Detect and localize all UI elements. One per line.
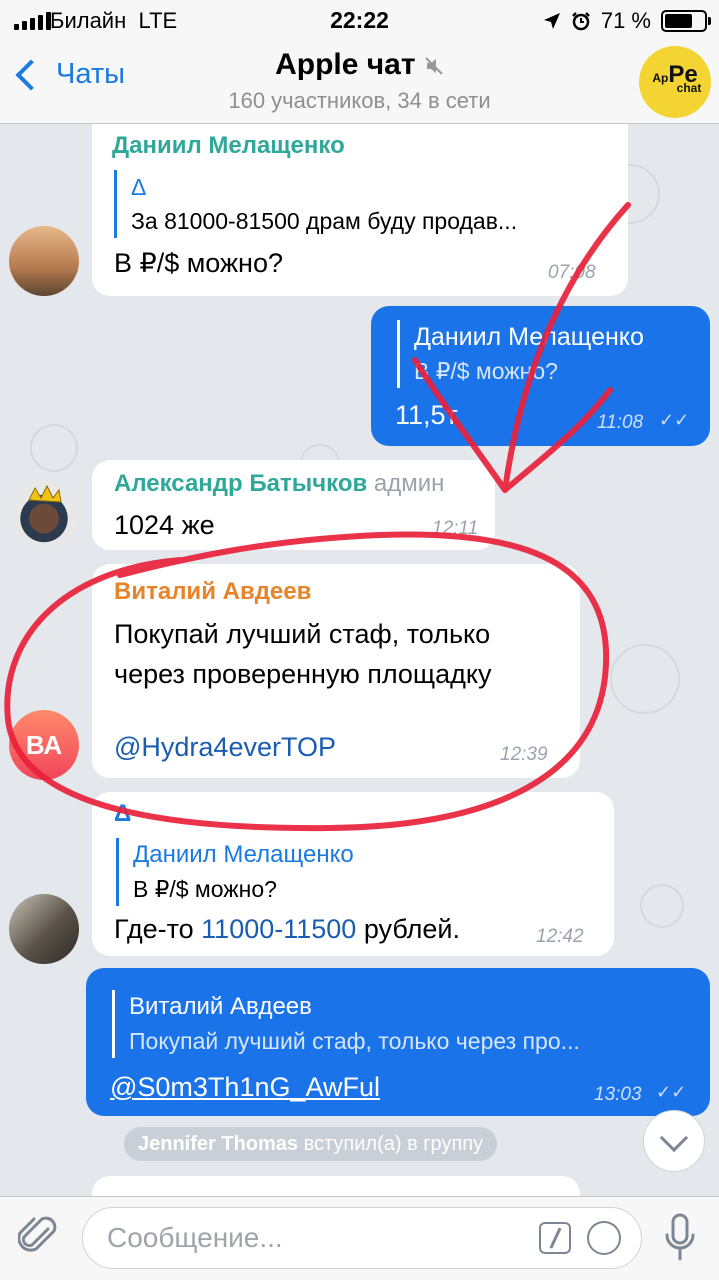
status-right: 71 %	[543, 8, 711, 34]
message-time: 07:08	[548, 262, 596, 283]
avatar-text-bottom: chat	[676, 81, 702, 96]
service-name: Jennifer Thomas	[138, 1133, 299, 1155]
chat-avatar[interactable]: ApPe chat	[639, 46, 711, 118]
wallpaper-doodle	[640, 884, 684, 928]
reply-text: Покупай лучший стаф, только через про...	[129, 1028, 580, 1054]
message-link[interactable]: @S0m3Th1nG_AwFul	[110, 1072, 380, 1103]
chat-header: Чаты Apple чат 160 участников, 34 в сети…	[0, 40, 719, 124]
service-message: Jennifer Thomas вступил(а) в группу	[124, 1127, 498, 1161]
message-bubble-partial[interactable]	[92, 1176, 580, 1196]
wallpaper-doodle	[30, 424, 78, 472]
reply-text: За 81000-81500 драм буду продав...	[131, 208, 518, 234]
message-text-part: Где-то	[114, 914, 202, 944]
message-bubble[interactable]: Даниил Мелащенко Δ За 81000-81500 драм б…	[92, 124, 628, 296]
message-bubble-outgoing[interactable]: Даниил Мелащенко В ₽/$ можно? 11,5т 11:0…	[371, 306, 710, 446]
reply-title: Даниил Мелащенко	[133, 841, 354, 868]
message-link[interactable]: @Hydra4everTOP	[114, 732, 336, 763]
scroll-down-button[interactable]	[643, 1110, 705, 1172]
read-check-icon: ✓✓	[659, 410, 690, 430]
message-time: 12:42	[536, 926, 584, 947]
message-text-part: рублей.	[356, 914, 460, 944]
avatar-text-top: Ap	[652, 71, 669, 85]
reply-text: В ₽/$ можно?	[414, 358, 558, 384]
message-text: 1024 же	[114, 510, 215, 540]
wallpaper-doodle	[610, 644, 680, 714]
avatar[interactable]	[9, 226, 79, 296]
reply-preview[interactable]: Δ За 81000-81500 драм буду продав...	[114, 170, 604, 238]
message-bubble-outgoing[interactable]: Виталий Авдеев Покупай лучший стаф, толь…	[86, 968, 710, 1116]
sender-name-text: Александр Батычков	[114, 470, 368, 497]
message-text: 11,5т	[395, 400, 458, 430]
message-time: 12:39	[500, 744, 548, 765]
avatar[interactable]	[9, 480, 79, 550]
message-bubble[interactable]: Δ Даниил Мелащенко В ₽/$ можно? Где-то 1…	[92, 792, 614, 956]
message-text: Где-то 11000-11500 рублей.	[114, 914, 460, 945]
battery-icon	[661, 10, 711, 32]
battery-percent: 71 %	[600, 8, 651, 33]
sender-name[interactable]: Александр Батычков админ	[114, 470, 444, 498]
sender-name[interactable]: Виталий Авдеев	[114, 578, 311, 606]
crown-icon	[28, 484, 62, 503]
message-list[interactable]: Даниил Мелащенко Δ За 81000-81500 драм б…	[0, 124, 719, 1196]
chat-title-text: Apple чат	[275, 48, 416, 81]
read-check-icon: ✓✓	[656, 1082, 687, 1102]
alarm-icon	[571, 12, 590, 31]
reply-title: Виталий Авдеев	[129, 993, 312, 1020]
location-arrow-icon	[543, 13, 560, 29]
reply-preview[interactable]: Даниил Мелащенко В ₽/$ можно?	[116, 838, 586, 906]
chevron-down-icon	[659, 1123, 689, 1153]
message-text-line: Покупай лучший стаф, только	[114, 619, 491, 649]
admin-badge: админ	[373, 470, 445, 497]
reply-preview[interactable]: Даниил Мелащенко В ₽/$ можно?	[397, 320, 697, 388]
sender-name[interactable]: Δ	[114, 800, 131, 828]
message-time: 11:08	[597, 412, 644, 433]
message-text: В ₽/$ можно?	[114, 248, 283, 278]
reply-title: Даниил Мелащенко	[414, 323, 644, 351]
reply-text: В ₽/$ можно?	[133, 876, 277, 902]
message-bubble[interactable]: Александр Батычков админ 1024 же 12:11	[92, 460, 495, 550]
bot-commands-icon[interactable]	[539, 1222, 571, 1254]
message-time: 13:03	[594, 1084, 642, 1105]
sticker-icon[interactable]	[587, 1221, 621, 1255]
status-bar: Билайн LTE 22:22 71 %	[0, 0, 719, 40]
message-text: Покупай лучший стаф, только через провер…	[114, 614, 492, 694]
input-bar: Сообщение...	[0, 1196, 719, 1280]
avatar[interactable]: ВА	[9, 710, 79, 780]
reply-title: Δ	[131, 174, 147, 200]
microphone-icon[interactable]	[663, 1211, 697, 1267]
reply-preview[interactable]: Виталий Авдеев Покупай лучший стаф, толь…	[112, 990, 682, 1058]
attach-icon[interactable]	[18, 1215, 58, 1259]
chat-title[interactable]: Apple чат	[0, 48, 719, 82]
avatar[interactable]	[9, 894, 79, 964]
chat-subtitle: 160 участников, 34 в сети	[228, 88, 491, 113]
mute-icon	[425, 57, 443, 75]
service-text: вступил(а) в группу	[303, 1133, 484, 1155]
phone-number-link[interactable]: 11000-11500	[201, 914, 356, 944]
message-bubble[interactable]: Виталий Авдеев Покупай лучший стаф, толь…	[92, 564, 580, 778]
message-placeholder: Сообщение...	[107, 1222, 283, 1253]
message-time: 12:11	[432, 518, 479, 539]
message-input[interactable]: Сообщение...	[82, 1207, 642, 1269]
message-text-line: через проверенную площадку	[114, 659, 492, 689]
sender-name[interactable]: Даниил Мелащенко	[112, 132, 345, 160]
